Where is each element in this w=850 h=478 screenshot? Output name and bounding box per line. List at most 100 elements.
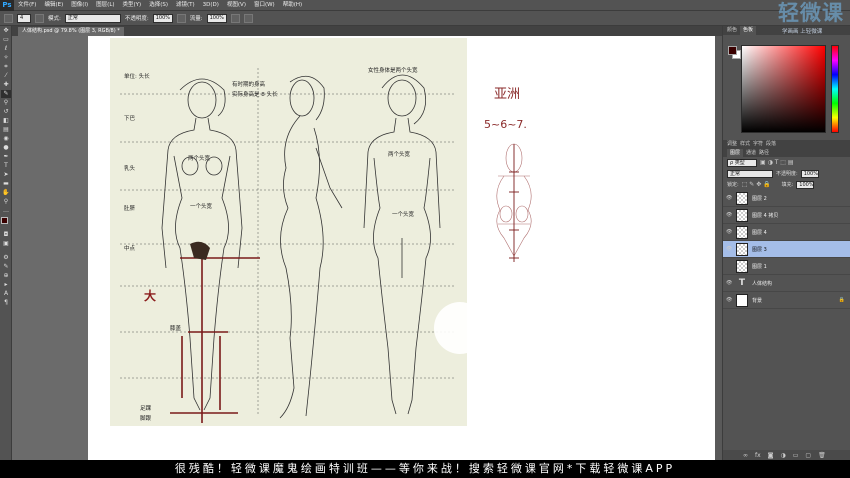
- blur-tool-icon[interactable]: ◉: [1, 135, 11, 143]
- canvas-area[interactable]: 单位: 头长 女性身体是两个头宽 有时期的身高 实际身高是 8 头长 两个头宽 …: [12, 36, 722, 460]
- vertical-scrollbar[interactable]: [715, 36, 722, 460]
- tool-preset-icon[interactable]: ⚙: [1, 254, 11, 262]
- menu-item[interactable]: 视图(V): [223, 0, 250, 11]
- new-layer-icon[interactable]: ▢: [805, 452, 811, 459]
- eyedropper-tool-icon[interactable]: ⁄: [1, 72, 11, 80]
- type-tool-icon[interactable]: T: [1, 162, 11, 170]
- screen-mode-icon[interactable]: ▣: [1, 240, 11, 248]
- menu-item[interactable]: 选择(S): [145, 0, 172, 11]
- healing-tool-icon[interactable]: ✚: [1, 81, 11, 89]
- brush-panel-toggle-icon[interactable]: [35, 13, 44, 23]
- menu-item[interactable]: 滤镜(T): [172, 0, 199, 11]
- layer-row[interactable]: 图层 1: [723, 258, 850, 275]
- layer-name[interactable]: 图层 4: [752, 229, 850, 236]
- layer-thumbnail[interactable]: [736, 208, 748, 222]
- menu-item[interactable]: 帮助(H): [279, 0, 306, 11]
- hand-tool-icon[interactable]: ✋: [1, 189, 11, 197]
- tab-adjustments[interactable]: 调整: [727, 140, 737, 149]
- actions-icon[interactable]: ▸: [1, 281, 11, 289]
- layer-kind-filter[interactable]: ρ 类型: [727, 158, 757, 167]
- adjustment-layer-icon[interactable]: ◑: [781, 452, 786, 459]
- menu-item[interactable]: 类型(Y): [119, 0, 146, 11]
- foreground-color-swatch[interactable]: [1, 217, 8, 224]
- layer-name[interactable]: 人体结构: [752, 280, 850, 287]
- extra-tools-icon[interactable]: …: [1, 207, 11, 215]
- tab-character[interactable]: 字符: [753, 140, 763, 149]
- tab-swatches[interactable]: 色板: [740, 26, 757, 35]
- character-icon[interactable]: A: [1, 290, 11, 298]
- document-tab[interactable]: 人体结构.psd @ 79.8% (图层 3, RGB/8) *: [18, 27, 124, 36]
- brush-size-picker[interactable]: 4: [17, 13, 31, 23]
- tab-paths[interactable]: 路径: [759, 149, 769, 157]
- panel-foreground-swatch[interactable]: [728, 46, 737, 55]
- document-canvas[interactable]: 单位: 头长 女性身体是两个头宽 有时期的身高 实际身高是 8 头长 两个头宽 …: [88, 36, 715, 460]
- layer-name[interactable]: 背景: [752, 297, 835, 304]
- color-swatches[interactable]: [0, 216, 11, 230]
- visibility-eye-icon[interactable]: 👁: [726, 212, 732, 218]
- blend-mode-select[interactable]: 正常: [727, 169, 773, 178]
- stamp-tool-icon[interactable]: ⚲: [1, 99, 11, 107]
- hue-slider[interactable]: [831, 45, 839, 133]
- visibility-eye-icon[interactable]: 👁: [726, 195, 732, 201]
- menu-item[interactable]: 图层(L): [92, 0, 118, 11]
- lasso-tool-icon[interactable]: ℓ: [1, 45, 11, 53]
- layer-opacity-input[interactable]: 100%: [800, 169, 819, 178]
- layer-thumbnail[interactable]: [736, 225, 748, 239]
- pressure-size-icon[interactable]: [243, 13, 253, 23]
- dodge-tool-icon[interactable]: ●: [1, 144, 11, 152]
- layer-row[interactable]: 👁 图层 4 拷贝: [723, 207, 850, 224]
- gradient-tool-icon[interactable]: ▤: [1, 126, 11, 134]
- tab-channels[interactable]: 通道: [746, 149, 756, 157]
- layer-name[interactable]: 图层 2: [752, 195, 850, 202]
- menu-item[interactable]: 文件(F): [14, 0, 40, 11]
- visibility-eye-icon[interactable]: 👁: [726, 297, 732, 303]
- new-group-icon[interactable]: ▭: [793, 452, 799, 459]
- visibility-eye-icon[interactable]: 👁: [726, 246, 732, 252]
- tab-styles[interactable]: 样式: [740, 140, 750, 149]
- fill-input[interactable]: 100%: [796, 180, 815, 189]
- menu-item[interactable]: 编辑(E): [40, 0, 67, 11]
- path-select-tool-icon[interactable]: ➤: [1, 171, 11, 179]
- layer-name[interactable]: 图层 4 拷贝: [752, 212, 850, 219]
- layer-thumbnail[interactable]: [736, 242, 748, 256]
- magic-wand-tool-icon[interactable]: ✧: [1, 54, 11, 62]
- menu-item[interactable]: 3D(D): [199, 0, 223, 11]
- mode-select[interactable]: 正常: [64, 13, 121, 23]
- move-tool-icon[interactable]: ✥: [1, 27, 11, 35]
- quick-mask-icon[interactable]: ◘: [1, 231, 11, 239]
- pen-tool-icon[interactable]: ✒: [1, 153, 11, 161]
- layer-name[interactable]: 图层 3: [752, 246, 850, 253]
- visibility-eye-icon[interactable]: 👁: [726, 280, 732, 286]
- opacity-input[interactable]: 100%: [152, 13, 173, 23]
- brush-presets-icon[interactable]: ✎: [1, 263, 11, 271]
- paragraph-icon[interactable]: ¶: [1, 299, 11, 307]
- zoom-tool-icon[interactable]: ⚲: [1, 198, 11, 206]
- tab-paragraph[interactable]: 段落: [766, 140, 776, 149]
- layer-thumbnail[interactable]: [736, 259, 748, 273]
- layer-name[interactable]: 图层 1: [752, 263, 850, 270]
- visibility-eye-icon[interactable]: 👁: [726, 229, 732, 235]
- tab-color[interactable]: 颜色: [727, 26, 737, 35]
- delete-layer-icon[interactable]: 🗑: [818, 452, 826, 459]
- menu-item[interactable]: 窗口(W): [250, 0, 279, 11]
- text-layer-thumb-icon[interactable]: T: [736, 277, 748, 290]
- tab-layers[interactable]: 图层: [727, 149, 744, 157]
- crop-tool-icon[interactable]: ⌗: [1, 63, 11, 71]
- add-mask-icon[interactable]: ◙: [768, 452, 774, 459]
- filter-icons[interactable]: ▣ ◑ T ⬚ ▤: [760, 159, 794, 166]
- layer-thumbnail[interactable]: [736, 191, 748, 205]
- flow-input[interactable]: 100%: [206, 13, 227, 23]
- layer-row[interactable]: 👁 背景 🔒: [723, 292, 850, 309]
- pressure-opacity-icon[interactable]: [176, 13, 186, 23]
- brush-tool-icon[interactable]: ✎: [1, 90, 11, 98]
- layer-row[interactable]: 👁 图层 4: [723, 224, 850, 241]
- history-brush-tool-icon[interactable]: ↺: [1, 108, 11, 116]
- airbrush-icon[interactable]: [230, 13, 240, 23]
- layer-row[interactable]: 👁 T 人体结构: [723, 275, 850, 292]
- eraser-tool-icon[interactable]: ◧: [1, 117, 11, 125]
- clone-source-icon[interactable]: ⊕: [1, 272, 11, 280]
- color-field[interactable]: [741, 45, 826, 133]
- layer-style-icon[interactable]: fx: [755, 452, 761, 459]
- link-layers-icon[interactable]: ∞: [743, 452, 748, 459]
- marquee-tool-icon[interactable]: ▭: [1, 36, 11, 44]
